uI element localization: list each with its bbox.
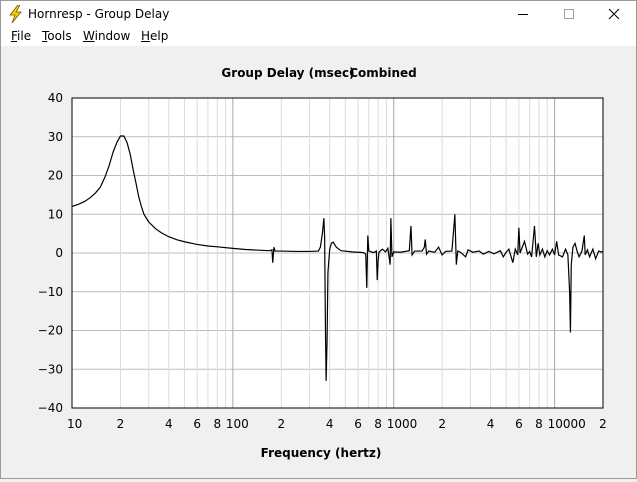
close-icon <box>608 8 620 20</box>
x-tick-label: 2 <box>438 417 446 431</box>
maximize-button[interactable] <box>546 1 592 27</box>
x-tick-label: 1000 <box>387 417 418 431</box>
x-tick-label: 4 <box>487 417 495 431</box>
app-window: Hornresp - Group Delay File Tools Window… <box>0 0 637 479</box>
y-tick-label: 0 <box>55 246 63 260</box>
window-title: Hornresp - Group Delay <box>28 7 170 21</box>
y-axis: 40 30 20 10 0 −10 −20 −30 −40 <box>38 91 63 415</box>
group-delay-chart: Group Delay (msec) Combined 403020100−10… <box>38 66 607 460</box>
x-axis-label: Frequency (hertz) <box>261 446 382 460</box>
close-button[interactable] <box>591 1 637 27</box>
x-tick-label: 6 <box>354 417 362 431</box>
menu-window[interactable]: Window <box>83 29 130 43</box>
menu-file[interactable]: File <box>11 29 31 43</box>
x-tick-label: 10000 <box>548 417 586 431</box>
minimize-button[interactable] <box>500 1 546 27</box>
y-tick-label: 30 <box>48 130 63 144</box>
chart-subtitle: Combined <box>349 66 417 80</box>
x-tick-label: 8 <box>535 417 543 431</box>
chart-panel: Group Delay (msec) Combined 40 30 20 10 0 −10… <box>1 46 636 482</box>
y-tick-label: 20 <box>48 169 63 183</box>
x-tick-label: 4 <box>165 417 173 431</box>
y-tick-label: 40 <box>48 91 63 105</box>
title-bar[interactable]: Hornresp - Group Delay <box>1 1 636 27</box>
y-tick-label: −30 <box>38 362 63 376</box>
x-tick-label: 8 <box>213 417 221 431</box>
x-tick-label: 2 <box>599 417 607 431</box>
x-tick-label: 6 <box>193 417 201 431</box>
menu-help[interactable]: Help <box>141 29 168 43</box>
x-tick-label: 2 <box>117 417 125 431</box>
lightning-bolt-icon <box>9 5 22 23</box>
x-tick-label: 4 <box>326 417 334 431</box>
maximize-icon <box>564 9 574 19</box>
chart-title: Group Delay (msec) <box>221 66 354 80</box>
x-tick-label: 100 <box>226 417 249 431</box>
x-axis: 10 2 4 6 8 100 2 4 6 8 1000 2 4 6 8 10000 2 <box>67 417 607 431</box>
x-tick-label: 8 <box>374 417 382 431</box>
y-tick-label: −40 <box>38 401 63 415</box>
y-tick-label: −20 <box>38 324 63 338</box>
minimize-icon <box>518 14 528 15</box>
y-tick-label: 10 <box>48 207 63 221</box>
x-tick-label: 6 <box>515 417 523 431</box>
menu-tools[interactable]: Tools <box>42 29 72 43</box>
x-tick-label: 10 <box>67 417 82 431</box>
x-tick-label: 2 <box>277 417 285 431</box>
menu-bar: File Tools Window Help <box>1 27 636 46</box>
y-tick-label: −10 <box>38 285 63 299</box>
